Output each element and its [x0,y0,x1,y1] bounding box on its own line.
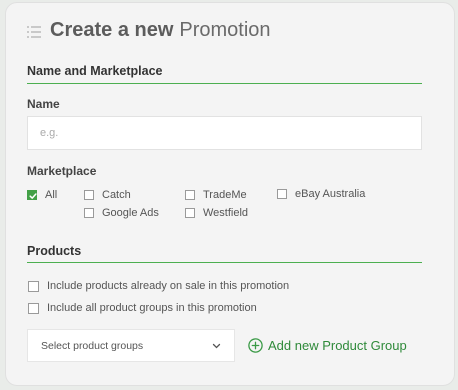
marketplace-option-trademe[interactable]: TradeMe [185,189,247,201]
plus-circle-icon [248,338,263,353]
section-divider [27,262,422,263]
select-placeholder: Select product groups [41,339,144,352]
chevron-down-icon [212,343,221,348]
include-all-groups-label: Include all product groups in this promo… [47,302,257,314]
marketplace-option-google-ads[interactable]: Google Ads [84,207,159,219]
marketplace-option-label: All [45,189,58,201]
include-all-groups-option[interactable]: Include all product groups in this promo… [28,302,257,314]
list-menu-icon [27,25,41,38]
include-on-sale-option[interactable]: Include products already on sale in this… [28,280,289,292]
title-strong: Create a new [50,19,174,41]
add-product-group-button[interactable]: Add new Product Group [248,338,407,353]
section-heading-name-marketplace: Name and Marketplace [27,64,163,78]
marketplace-option-label: Westfield [203,207,249,219]
marketplace-option-catch[interactable]: Catch [84,189,131,201]
section-divider [27,83,422,84]
checkbox[interactable] [185,190,195,200]
name-label: Name [27,97,60,111]
product-groups-select[interactable]: Select product groups [27,329,235,362]
name-input[interactable] [27,116,422,150]
marketplace-option-label: eBay Australia [295,188,366,200]
marketplace-option-all[interactable]: All [27,189,57,201]
add-product-group-label: Add new Product Group [268,338,407,353]
marketplace-option-label: Catch [102,189,131,201]
marketplace-option-label: Google Ads [102,207,159,219]
marketplace-option-label: TradeMe [203,189,247,201]
check-icon [29,193,37,199]
marketplace-label: Marketplace [27,164,97,178]
section-heading-products: Products [27,244,82,258]
marketplace-option-ebay-australia[interactable]: eBay Australia [277,188,365,200]
include-on-sale-label: Include products already on sale in this… [47,280,290,292]
checkbox[interactable] [84,190,94,200]
page-title: Create a new Promotion [27,19,271,42]
title-light: Promotion [179,19,271,41]
checkbox[interactable] [84,208,94,218]
checkbox[interactable] [28,280,39,292]
checkbox-checked[interactable] [27,190,37,200]
checkbox[interactable] [28,302,39,314]
marketplace-option-westfield[interactable]: Westfield [185,207,248,219]
checkbox[interactable] [277,189,287,199]
checkbox[interactable] [185,208,195,218]
